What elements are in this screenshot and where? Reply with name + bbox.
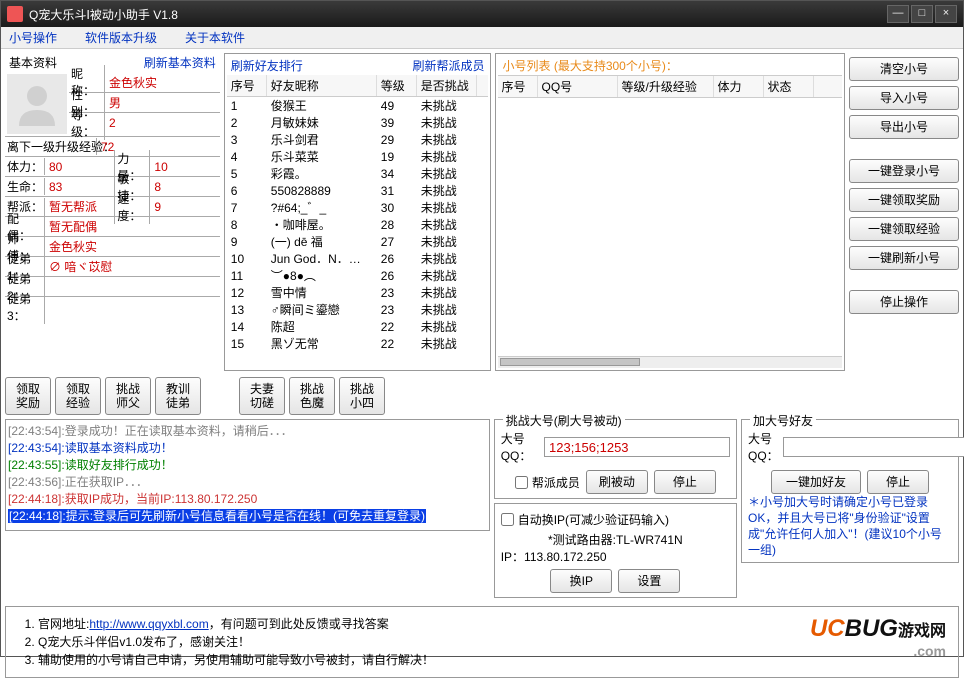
challenge-group: 挑战大号(刷大号被动) 大号QQ： 帮派成员 刷被动 停止	[494, 419, 737, 499]
friend-row[interactable]: 5彩霞。34未挑战	[227, 165, 489, 182]
friend-row[interactable]: 7?#64;_゛_30未挑战	[227, 199, 489, 216]
close-button[interactable]: ×	[935, 5, 957, 23]
ucbug-logo: UCBUG游戏网 .com	[746, 615, 946, 669]
friends-table[interactable]: 序号 好友昵称 等级 是否挑战 1俊猴王49未挑战2月敏妹妹39未挑战3乐斗剑君…	[227, 75, 489, 351]
import-accounts-button[interactable]: 导入小号	[849, 86, 959, 110]
accounts-list[interactable]	[498, 98, 842, 356]
avatar	[7, 74, 67, 134]
refresh-accounts-button[interactable]: 一键刷新小号	[849, 246, 959, 270]
teach-disciple-button[interactable]: 教训徒弟	[155, 377, 201, 415]
reward-button[interactable]: 领取奖励	[5, 377, 51, 415]
menubar: 小号操作 软件版本升级 关于本软件	[1, 27, 963, 49]
window-title: Q宠大乐斗Ⅰ被动小助手 V1.8	[29, 6, 887, 23]
basic-info-panel: 基本资料 刷新基本资料 昵称：金色秋实 性别：男 等级：2 离下一级升级经验：7…	[5, 53, 220, 371]
friend-row[interactable]: 10Jun God．N．…26未挑战	[227, 250, 489, 267]
ip-group: 自动换IP(可减少验证码输入) *测试路由器:TL-WR741N IP：113.…	[494, 503, 737, 598]
friend-row[interactable]: 8・咖啡屋。28未挑战	[227, 216, 489, 233]
footer: 官网地址:http://www.qqyxbl.com，有问题可到此处反馈或寻找答…	[5, 606, 959, 678]
nick-value: 金色秋实	[105, 74, 161, 91]
stop-button[interactable]: 停止操作	[849, 290, 959, 314]
friend-row[interactable]: 2月敏妹妹39未挑战	[227, 114, 489, 131]
accounts-header: 小号列表 (最大支持300个小号)：	[498, 56, 842, 75]
friend-row[interactable]: 9(一) dē 福27未挑战	[227, 233, 489, 250]
friends-panel: 刷新好友排行 刷新帮派成员 序号 好友昵称 等级 是否挑战 1俊猴王49未挑战2…	[224, 53, 492, 371]
friend-row[interactable]: 3乐斗剑君29未挑战	[227, 131, 489, 148]
menu-upgrade[interactable]: 软件版本升级	[85, 29, 157, 46]
main-qq-input[interactable]	[544, 437, 730, 457]
exp-button[interactable]: 领取经验	[55, 377, 101, 415]
friend-row[interactable]: 1俊猴王49未挑战	[227, 97, 489, 114]
login-all-button[interactable]: 一键登录小号	[849, 159, 959, 183]
ip-settings-button[interactable]: 设置	[618, 569, 680, 593]
menu-about[interactable]: 关于本软件	[185, 29, 245, 46]
challenge-xiaosi-button[interactable]: 挑战小四	[339, 377, 385, 415]
friend-row[interactable]: 655082888931未挑战	[227, 182, 489, 199]
accounts-scrollbar[interactable]	[498, 356, 842, 368]
add-friend-button[interactable]: 一键加好友	[771, 470, 861, 494]
friend-row[interactable]: 11︶●8●︵26未挑战	[227, 267, 489, 284]
refresh-basic-link[interactable]: 刷新基本资料	[140, 53, 220, 72]
friend-row[interactable]: 14陈超22未挑战	[227, 318, 489, 335]
friend-row[interactable]: 4乐斗菜菜19未挑战	[227, 148, 489, 165]
export-accounts-button[interactable]: 导出小号	[849, 115, 959, 139]
side-buttons: 清空小号 导入小号 导出小号 一键登录小号 一键领取奖励 一键领取经验 一键刷新…	[849, 53, 959, 371]
menu-small-ops[interactable]: 小号操作	[9, 29, 57, 46]
friend-row[interactable]: 13♂瞬间ミ鎏戀23未挑战	[227, 301, 489, 318]
refresh-friends-link[interactable]: 刷新好友排行	[227, 56, 307, 75]
challenge-stop-button[interactable]: 停止	[654, 470, 716, 494]
titlebar: Q宠大乐斗Ⅰ被动小助手 V1.8 — □ ×	[1, 1, 963, 27]
add-friend-tip: ＊小号加大号时请确定小号已登录OK，并且大号已将"身份验证"设置成"允许任何人加…	[748, 494, 952, 558]
clear-accounts-button[interactable]: 清空小号	[849, 57, 959, 81]
basic-header: 基本资料	[5, 53, 61, 72]
change-ip-button[interactable]: 换IP	[550, 569, 612, 593]
collect-exp-button[interactable]: 一键领取经验	[849, 217, 959, 241]
ip-value: 113.80.172.250	[524, 550, 607, 564]
action-buttons: 领取奖励 领取经验 挑战师父 教训徒弟 夫妻切磋 挑战色魔 挑战小四	[5, 377, 959, 415]
collect-reward-button[interactable]: 一键领取奖励	[849, 188, 959, 212]
friend-row[interactable]: 12雪中情23未挑战	[227, 284, 489, 301]
auto-ip-checkbox[interactable]: 自动换IP(可减少验证码输入)	[501, 511, 730, 528]
log-panel[interactable]: [22:43:54]:登录成功！正在读取基本资料，请稍后．．． [22:43:5…	[5, 419, 490, 531]
official-url[interactable]: http://www.qqyxbl.com	[89, 617, 208, 631]
refresh-gang-link[interactable]: 刷新帮派成员	[408, 56, 488, 75]
accounts-panel: 小号列表 (最大支持300个小号)： 序号 QQ号 等级/升级经验 体力 状态	[495, 53, 845, 371]
friend-qq-input[interactable]	[783, 437, 964, 457]
friend-row[interactable]: 15黑ゾ无常22未挑战	[227, 335, 489, 351]
gang-member-checkbox[interactable]: 帮派成员	[515, 473, 580, 491]
minimize-button[interactable]: —	[887, 5, 909, 23]
add-friend-stop-button[interactable]: 停止	[867, 470, 929, 494]
app-icon	[7, 6, 23, 22]
maximize-button[interactable]: □	[911, 5, 933, 23]
add-friend-group: 加大号好友 大号QQ： 一键加好友 停止 ＊小号加大号时请确定小号已登录OK，并…	[741, 419, 959, 563]
challenge-semo-button[interactable]: 挑战色魔	[289, 377, 335, 415]
challenge-master-button[interactable]: 挑战师父	[105, 377, 151, 415]
couple-spar-button[interactable]: 夫妻切磋	[239, 377, 285, 415]
log-selected: [22:44:18]:提示:登录后可先刷新小号信息看看小号是否在线！(可免去重复…	[8, 509, 426, 523]
brush-passive-button[interactable]: 刷被动	[586, 470, 648, 494]
